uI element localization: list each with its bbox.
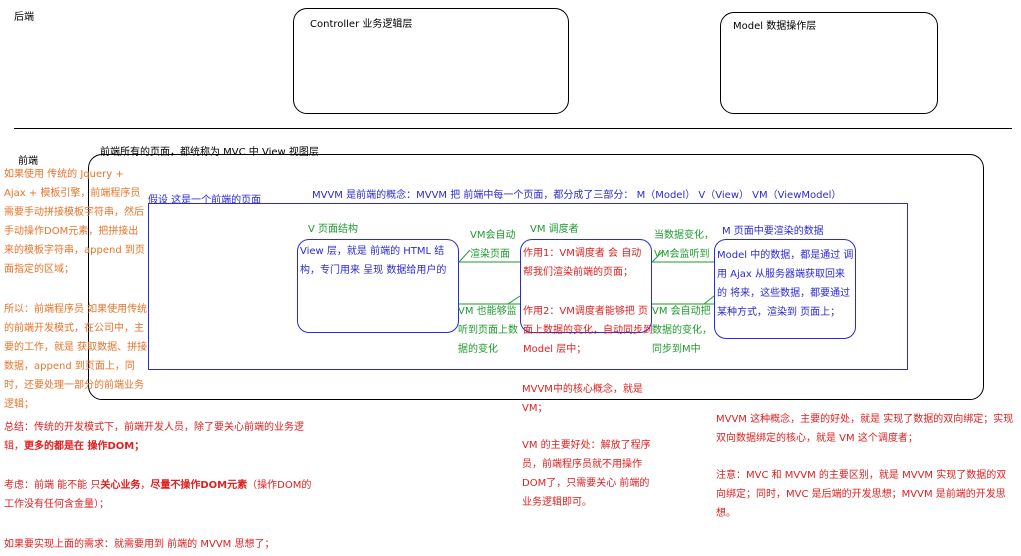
need-mvvm-text: 如果要实现上面的需求：就需要用到 前端的 MVVM 思想了； — [4, 539, 275, 550]
connector-check-3 — [651, 251, 663, 263]
right-note-difference: 注意：MVC 和 MVVM 的主要区别，就是 MVVM 实现了数据的双向绑定；同… — [716, 470, 1007, 519]
consider-prefix: 考虑：前端 能不能 只 — [4, 480, 101, 491]
connector-check-2 — [507, 295, 521, 305]
summary-text: 总结：传统的开发模式下，前端开发人员，除了要关心前端的业务逻辑，更多的都是在 操… — [4, 418, 314, 456]
connector-check-1 — [458, 249, 471, 263]
summary-line2: 更多的都是在 操作DOM； — [24, 441, 145, 452]
left-note-traditional: 如果使用 传统的 Jquery + Ajax + 模板引擎，前端程序员需要手动拼… — [4, 169, 145, 275]
left-note-work: 所以：前端程序员 如果使用传统的前端开发模式，在公司中，主要的工作，就是 获取数… — [4, 304, 148, 410]
vm-benefit-text: VM 的主要好处：解放了程序员，前端程序员就不用操作DOM了，只需要关心 前端的… — [522, 440, 651, 508]
core-concept-text: MVVM中的核心概念，就是 VM； — [522, 384, 643, 414]
connector-check-4 — [703, 295, 715, 305]
consider-bold1: 关心业务 — [100, 480, 141, 491]
right-note-binding: MVVM 这种概念，主要的好处，就是 实现了数据的双向绑定；实现双向数据绑定的核… — [716, 414, 1014, 444]
consider-bold2: 尽量不操作DOM元素 — [150, 480, 248, 491]
consider-text: 考虑：前端 能不能 只关心业务，尽量不操作DOM元素（操作DOM的工作没有任何含… — [4, 476, 314, 514]
consider-mid: ， — [140, 480, 151, 491]
